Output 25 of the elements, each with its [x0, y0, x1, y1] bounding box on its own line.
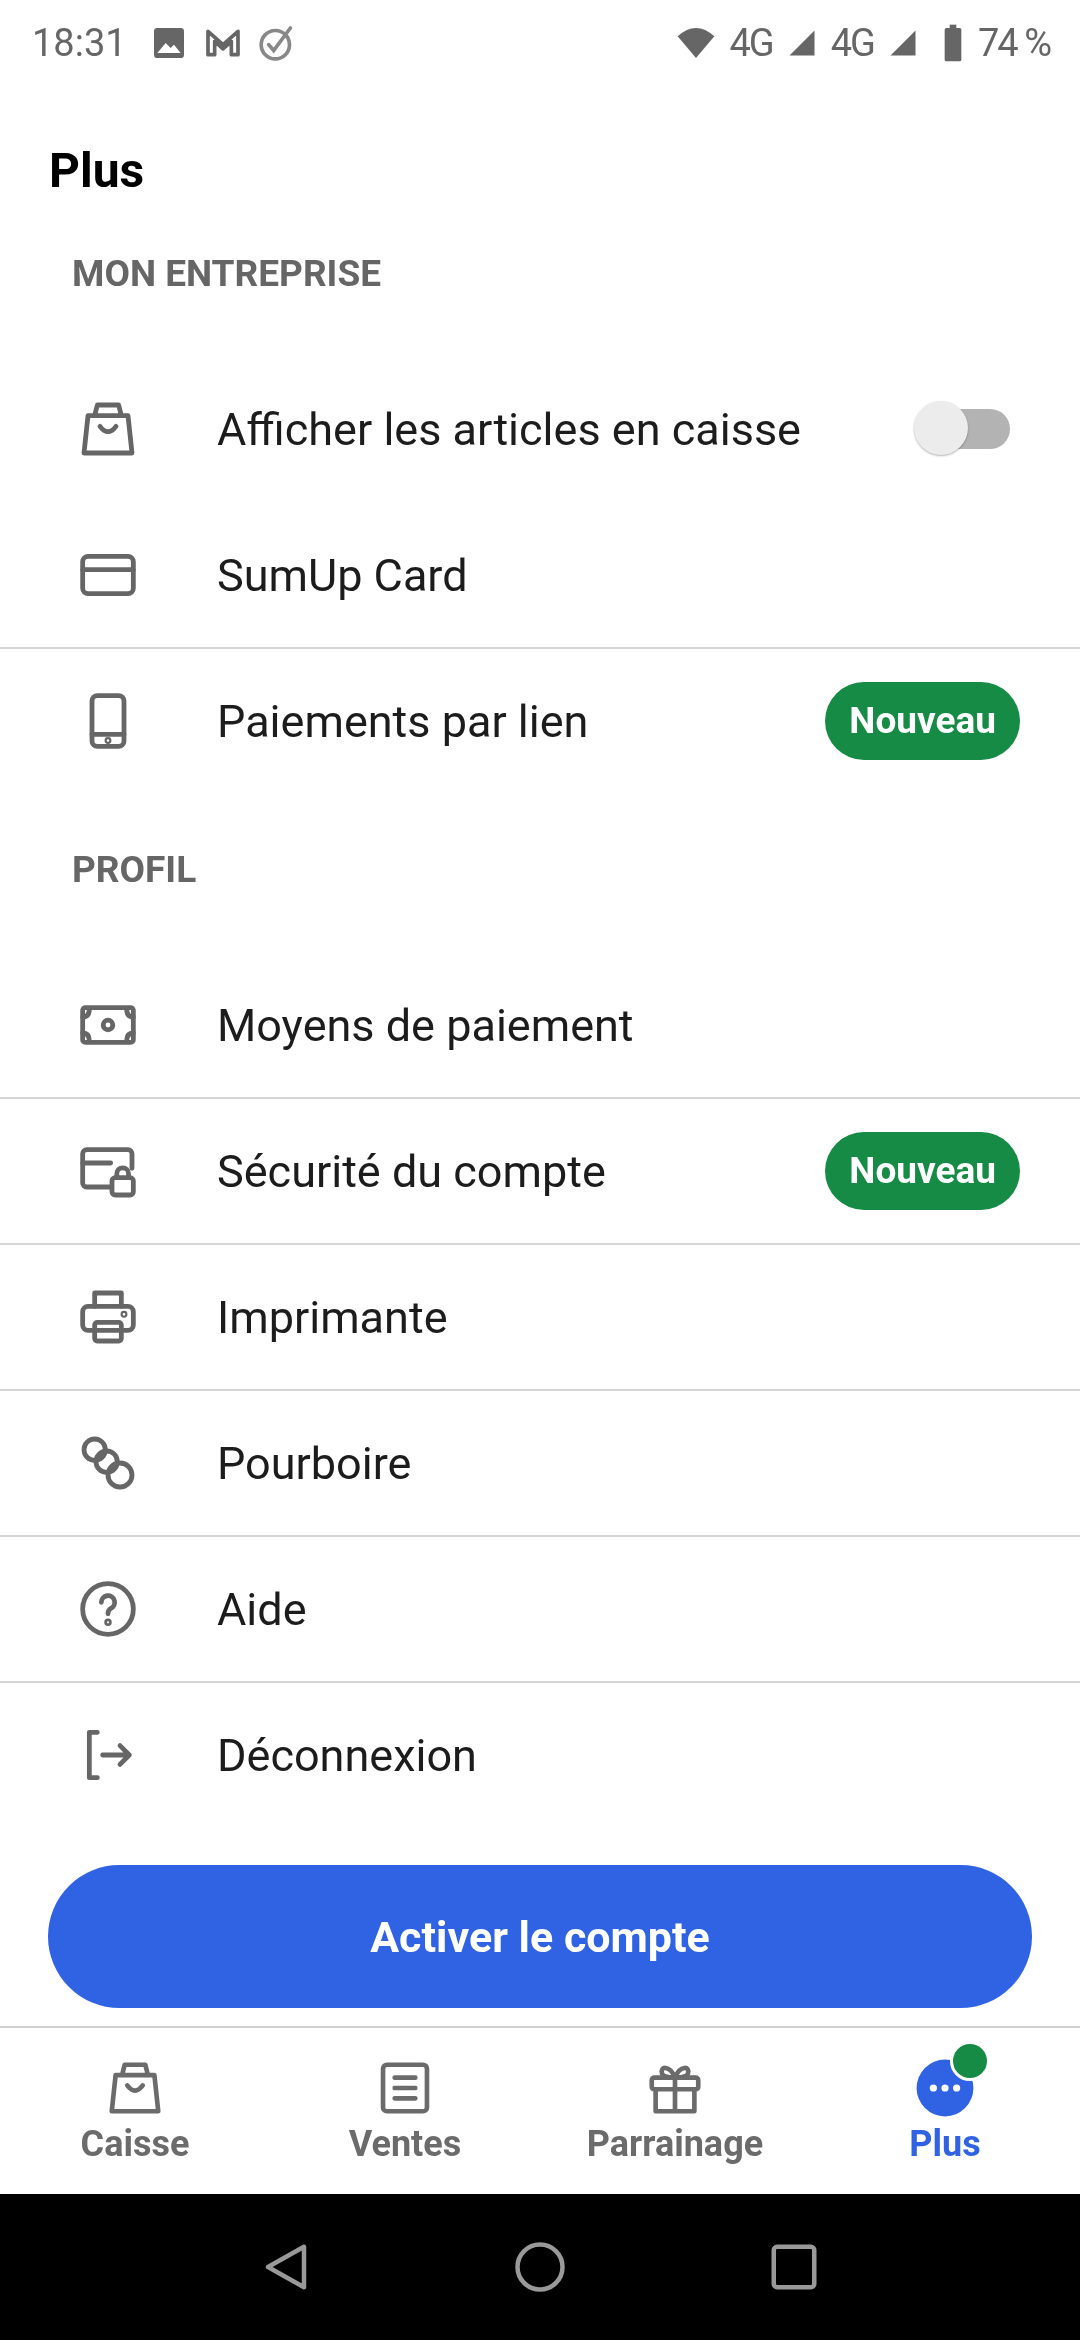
page-title: Plus [49, 143, 146, 199]
network-type: 4G [830, 20, 874, 65]
battery-icon [942, 22, 964, 63]
menu-item[interactable]: SumUp Card [0, 503, 1080, 649]
battery-percent: 74 % [978, 20, 1050, 65]
nav-tab[interactable]: Ventes [270, 2028, 540, 2194]
menu-item[interactable]: Déconnexion [0, 1683, 1080, 1829]
section-header: MON ENTREPRISE [72, 251, 382, 297]
nav-tab[interactable]: Parrainage [540, 2028, 810, 2194]
menu-item[interactable]: Aide [0, 1537, 1080, 1683]
section-header: PROFIL [72, 847, 198, 893]
new-badge: Nouveau [825, 682, 1020, 760]
menu-item[interactable]: Imprimante [0, 1245, 1080, 1391]
home-icon[interactable] [513, 2240, 567, 2294]
nav-tab[interactable]: Plus [810, 2028, 1080, 2194]
nav-tab[interactable]: Caisse [0, 2028, 270, 2194]
menu-item[interactable]: Paiements par lien Nouveau [0, 649, 1080, 795]
new-badge: Nouveau [825, 1132, 1020, 1210]
menu-item[interactable]: Sécurité du compte Nouveau [0, 1099, 1080, 1245]
menu-item[interactable]: Pourboire [0, 1391, 1080, 1537]
network-type: 4G [729, 20, 773, 65]
activate-account-button[interactable]: Activer le compte [48, 1865, 1032, 2008]
menu-item[interactable]: Afficher les articles en caisse [0, 357, 1080, 503]
status-time: 18:31 [32, 20, 127, 65]
menu-item[interactable]: Moyens de paiement [0, 953, 1080, 1099]
